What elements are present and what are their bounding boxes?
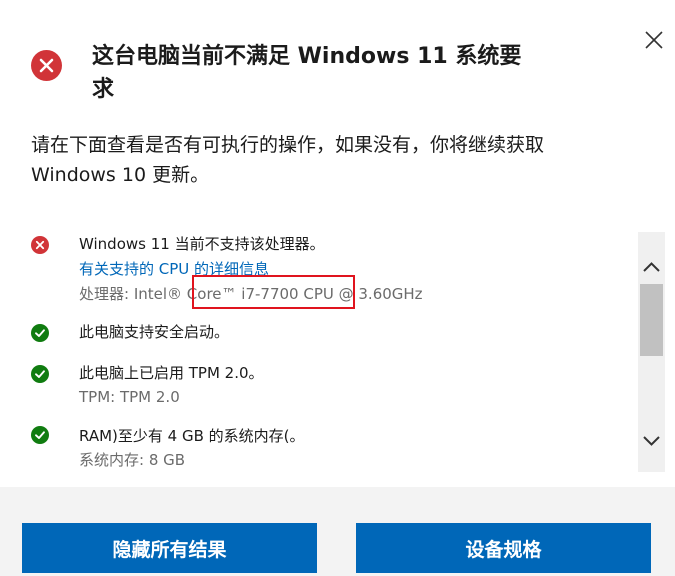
annotation-highlight-box bbox=[192, 275, 355, 309]
chevron-down-icon bbox=[643, 436, 660, 446]
scroll-thumb[interactable] bbox=[640, 284, 663, 356]
hide-all-results-button[interactable]: 隐藏所有结果 bbox=[22, 523, 317, 573]
check-icon bbox=[31, 324, 49, 342]
check-title: 此电脑上已启用 TPM 2.0。 bbox=[79, 364, 264, 382]
close-button[interactable] bbox=[640, 26, 668, 54]
scroll-up-button[interactable] bbox=[638, 254, 665, 280]
error-icon bbox=[31, 236, 49, 254]
scrollbar[interactable] bbox=[638, 232, 665, 472]
check-detail: TPM: TPM 2.0 bbox=[79, 388, 180, 406]
dialog-title: 这台电脑当前不满足 Windows 11 系统要求 bbox=[92, 44, 522, 102]
check-icon bbox=[31, 426, 49, 444]
check-icon bbox=[31, 365, 49, 383]
close-icon bbox=[645, 31, 663, 49]
check-detail: 系统内存: 8 GB bbox=[79, 451, 186, 469]
scroll-down-button[interactable] bbox=[638, 428, 665, 454]
dialog-footer: 隐藏所有结果 设备规格 bbox=[0, 487, 675, 576]
dialog-description: 请在下面查看是否有可执行的操作，如果没有，你将继续获取 Windows 10 更… bbox=[31, 134, 545, 186]
chevron-up-icon bbox=[643, 262, 660, 272]
device-specs-button[interactable]: 设备规格 bbox=[356, 523, 651, 573]
error-icon bbox=[31, 50, 62, 81]
check-title: 此电脑支持安全启动。 bbox=[79, 323, 230, 341]
check-results-list[interactable]: Windows 11 当前不支持该处理器。 有关支持的 CPU 的详细信息 处理… bbox=[0, 222, 665, 474]
check-title: Windows 11 当前不支持该处理器。 bbox=[79, 235, 325, 253]
check-title: RAM)至少有 4 GB 的系统内存(。 bbox=[79, 427, 305, 445]
